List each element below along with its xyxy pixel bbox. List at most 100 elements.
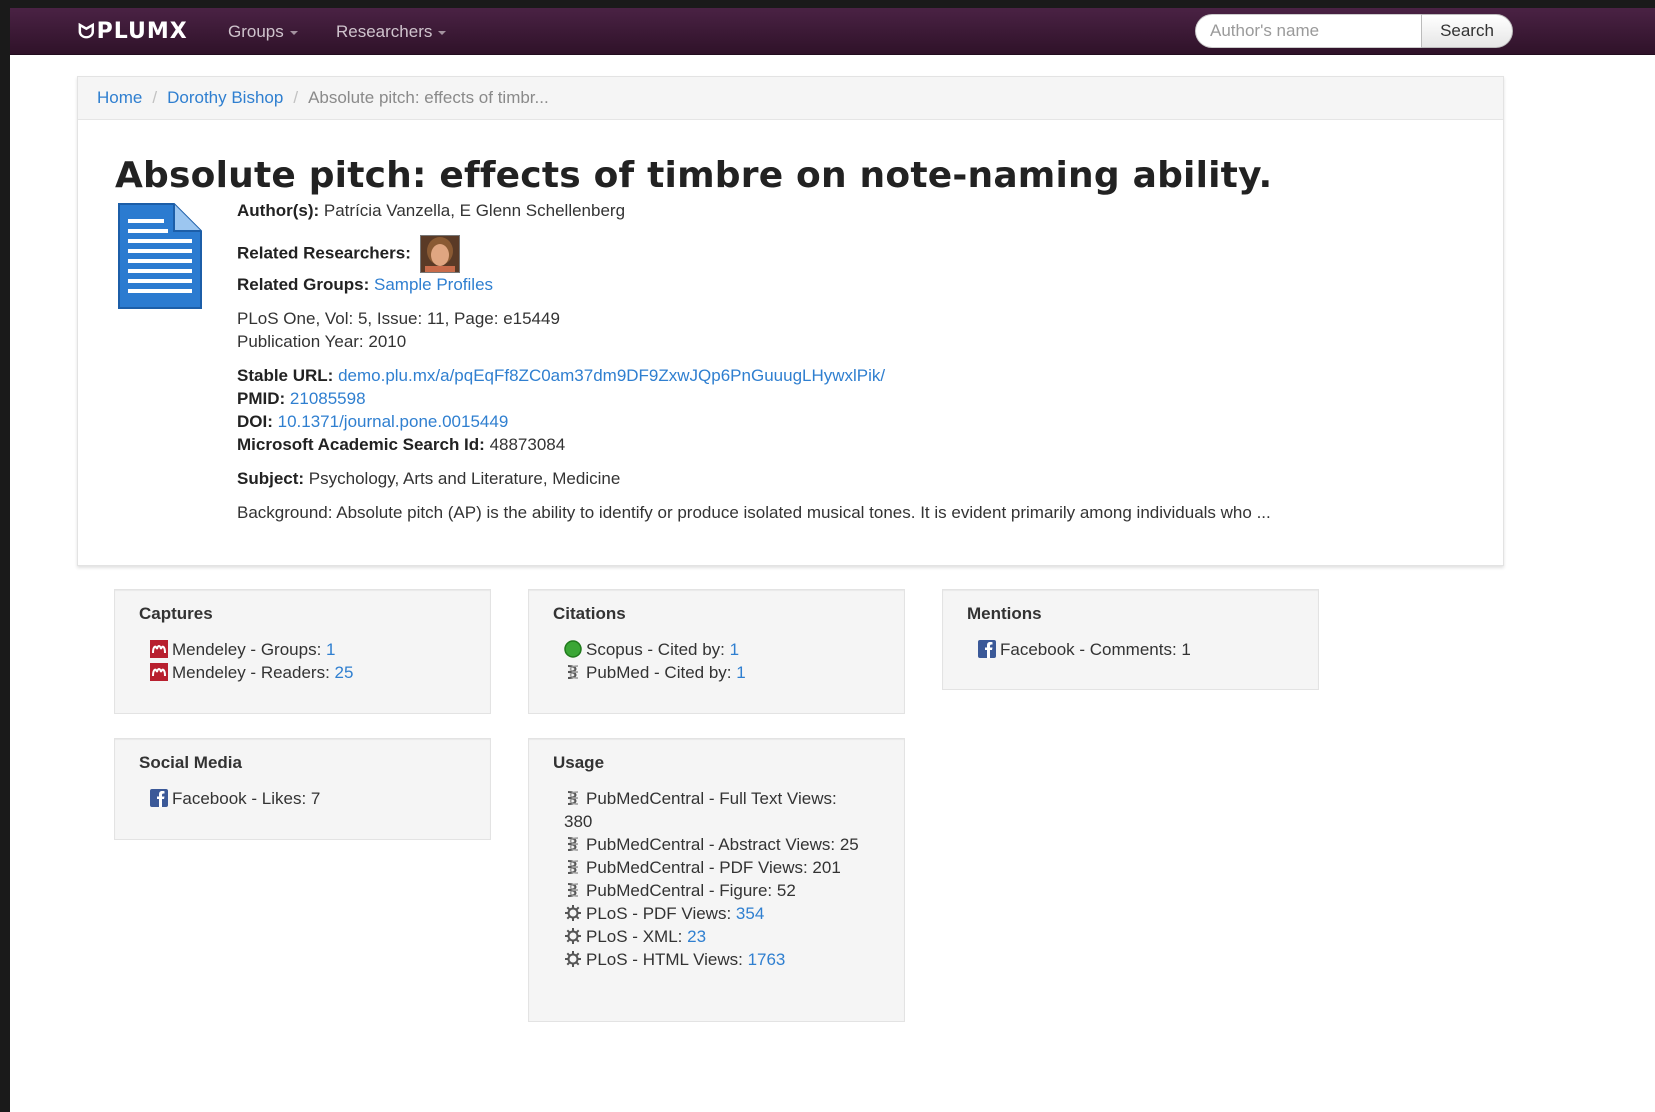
researcher-avatar[interactable] (419, 235, 460, 273)
subject-line: Subject: Psychology, Arts and Literature… (237, 469, 620, 489)
publication-year: Publication Year: 2010 (237, 332, 407, 351)
metric-value-link[interactable]: 1 (326, 640, 335, 659)
author-search-form: Search (1195, 14, 1513, 48)
metric-label: Facebook - Likes: 7 (172, 789, 321, 808)
authors-value: Patrícia Vanzella, E Glenn Schellenberg (323, 201, 626, 220)
breadcrumb-home-link[interactable]: Home (97, 88, 142, 107)
caret-down-icon (438, 30, 447, 35)
list-item: PubMedCentral - Figure: 52 (564, 879, 864, 902)
mendeley-icon (150, 640, 168, 658)
captures-list: Mendeley - Groups: 1 Mendeley - Readers:… (150, 638, 353, 684)
nav-groups-dropdown[interactable]: Groups (228, 22, 298, 42)
usage-panel: Usage PubMedCentral - Full Text Views: 3… (528, 738, 905, 1022)
nav-researchers-dropdown[interactable]: Researchers (336, 22, 447, 42)
abstract-snippet: Background: Absolute pitch (AP) is the a… (237, 503, 1271, 522)
metric-label: Mendeley - Readers: (172, 663, 330, 682)
citations-title: Citations (553, 604, 626, 623)
pubmed-icon (567, 883, 579, 897)
nav-groups-label: Groups (228, 22, 284, 41)
list-item: Mendeley - Groups: 1 (150, 638, 353, 661)
stable-url-label: Stable URL: (237, 366, 334, 385)
social-media-list: Facebook - Likes: 7 (150, 787, 320, 810)
caret-down-icon (289, 30, 298, 35)
metric-value-link[interactable]: 1763 (748, 950, 786, 969)
list-item: PLoS - HTML Views: 1763 (564, 948, 864, 971)
list-item: PLoS - XML: 23 (564, 925, 864, 948)
metric-label: Mendeley - Groups: (172, 640, 322, 659)
pmid-link[interactable]: 21085598 (290, 389, 366, 408)
metric-label: PLoS - PDF Views: (586, 904, 732, 923)
author-search-input[interactable] (1195, 14, 1421, 48)
msas-value: 48873084 (489, 435, 566, 454)
breadcrumb-separator: / (293, 88, 299, 107)
brand-text: PLUMX (96, 19, 188, 44)
stable-url-link[interactable]: demo.plu.mx/a/pqEqFf8ZC0am37dm9DF9ZxwJQp… (338, 366, 885, 385)
metric-value-link[interactable]: 1 (736, 663, 745, 682)
mentions-panel: Mentions Facebook - Comments: 1 (942, 589, 1319, 690)
pubmed-icon (567, 791, 579, 805)
breadcrumb-researcher-link[interactable]: Dorothy Bishop (167, 88, 283, 107)
related-researchers-line: Related Researchers: (237, 235, 460, 273)
pmid-line: PMID: 21085598 (237, 389, 366, 409)
msas-line: Microsoft Academic Search Id: 48873084 (237, 435, 565, 455)
mendeley-icon (150, 663, 168, 681)
stable-url-line: Stable URL: demo.plu.mx/a/pqEqFf8ZC0am37… (237, 366, 885, 386)
article-card: Home / Dorothy Bishop / Absolute pitch: effe… (77, 76, 1504, 566)
plumx-logo[interactable]: ᗢPLUMX (78, 19, 188, 44)
journal-info: PLoS One, Vol: 5, Issue: 11, Page: e1544… (237, 309, 560, 328)
breadcrumb-current: Absolute pitch: effects of timbr... (308, 88, 549, 107)
metric-label: PLoS - HTML Views: (586, 950, 743, 969)
pubmed-icon (567, 665, 579, 679)
subject-value: Psychology, Arts and Literature, Medicin… (308, 469, 621, 488)
metric-value-link[interactable]: 1 (730, 640, 739, 659)
window-frame-top (0, 0, 1655, 8)
social-media-title: Social Media (139, 753, 242, 772)
metric-value-link[interactable]: 23 (687, 927, 706, 946)
related-group-link[interactable]: Sample Profiles (374, 275, 493, 294)
doi-link[interactable]: 10.1371/journal.pone.0015449 (278, 412, 509, 431)
list-item: PubMedCentral - Abstract Views: 25 (564, 833, 864, 856)
related-researchers-label: Related Researchers: (237, 243, 411, 263)
facebook-icon (978, 640, 996, 658)
social-media-panel: Social Media Facebook - Likes: 7 (114, 738, 491, 840)
pubmed-icon (567, 837, 579, 851)
citations-list: Scopus - Cited by: 1 PubMed - Cited by: … (564, 638, 746, 684)
metric-value-link[interactable]: 354 (736, 904, 764, 923)
scopus-icon (564, 640, 582, 658)
metric-label: Facebook - Comments: 1 (1000, 640, 1191, 659)
metric-label: PubMedCentral - Figure: 52 (586, 881, 796, 900)
list-item: PLoS - PDF Views: 354 (564, 902, 864, 925)
plos-icon (565, 951, 581, 967)
facebook-icon (150, 789, 168, 807)
captures-panel: Captures Mendeley - Groups: 1 Mendeley -… (114, 589, 491, 714)
metric-label: PubMedCentral - Abstract Views: 25 (586, 835, 859, 854)
metric-value-link[interactable]: 25 (335, 663, 354, 682)
nav-researchers-label: Researchers (336, 22, 433, 41)
doi-line: DOI: 10.1371/journal.pone.0015449 (237, 412, 508, 432)
authors-line: Author(s): Patrícia Vanzella, E Glenn Sc… (237, 201, 625, 221)
subject-label: Subject: (237, 469, 305, 488)
usage-list: PubMedCentral - Full Text Views: 380 Pub… (564, 787, 864, 971)
msas-label: Microsoft Academic Search Id: (237, 435, 485, 454)
metric-label: PubMed - Cited by: (586, 663, 732, 682)
list-item: Facebook - Comments: 1 (978, 638, 1191, 661)
list-item: PubMedCentral - PDF Views: 201 (564, 856, 864, 879)
plos-icon (565, 928, 581, 944)
list-item: Facebook - Likes: 7 (150, 787, 320, 810)
metric-label: PubMedCentral - PDF Views: 201 (586, 858, 841, 877)
usage-title: Usage (553, 753, 605, 772)
window-frame-left (0, 0, 10, 1112)
document-icon (118, 203, 202, 309)
related-groups-line: Related Groups: Sample Profiles (237, 275, 493, 295)
metric-label: PubMedCentral - Full Text Views: 380 (564, 789, 837, 831)
metric-label: Scopus - Cited by: (586, 640, 725, 659)
related-groups-label: Related Groups: (237, 275, 370, 294)
plumx-logo-mark-icon: ᗢ (78, 19, 96, 43)
pubmed-icon (567, 860, 579, 874)
captures-title: Captures (139, 604, 213, 623)
top-navbar: ᗢPLUMX Groups Researchers Search (10, 8, 1655, 55)
search-button[interactable]: Search (1421, 14, 1513, 48)
list-item: Mendeley - Readers: 25 (150, 661, 353, 684)
list-item: PubMed - Cited by: 1 (564, 661, 746, 684)
breadcrumb-separator: / (152, 88, 158, 107)
